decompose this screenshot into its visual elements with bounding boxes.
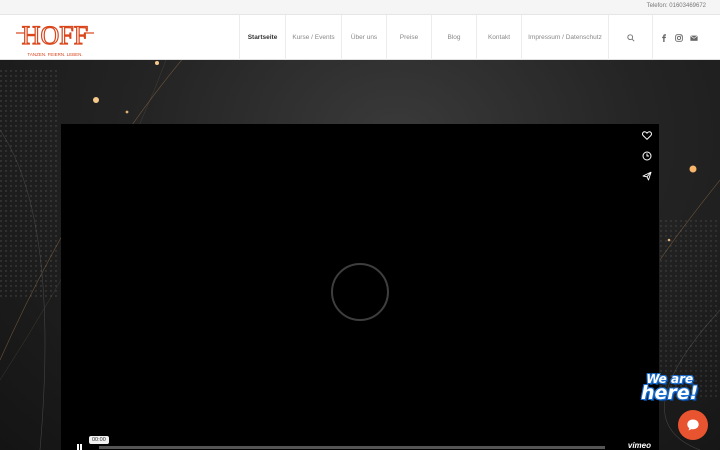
send-icon[interactable]	[641, 170, 653, 181]
chat-badge-line2: here!	[641, 382, 699, 404]
top-bar: Telefon: 01603469672	[0, 0, 720, 15]
nav-item-preise[interactable]: Preise	[386, 15, 431, 60]
nav-item-impressum[interactable]: Impressum / Datenschutz	[521, 15, 608, 60]
chat-badge[interactable]: We are here!	[641, 373, 698, 403]
player-side-actions	[641, 130, 653, 181]
mail-icon[interactable]	[690, 34, 698, 42]
logo-brand: HOFF	[22, 21, 88, 50]
nav-item-kontakt[interactable]: Kontakt	[476, 15, 521, 60]
progress-bar[interactable]	[99, 446, 605, 449]
chat-button[interactable]	[678, 410, 708, 440]
social-links	[660, 15, 698, 60]
search-icon	[626, 33, 635, 42]
nav-item-kurse-events[interactable]: Kurse / Events	[285, 15, 341, 60]
playback-time: 00:00	[89, 436, 109, 444]
nav-item-blog[interactable]: Blog	[431, 15, 476, 60]
vimeo-logo[interactable]: vimeo	[628, 441, 651, 450]
pause-icon[interactable]	[77, 444, 83, 450]
site-header: HOFF TANZEN. FEIERN. LEBEN. Startseite K…	[0, 15, 720, 60]
hoff-logo[interactable]: HOFF TANZEN. FEIERN. LEBEN.	[16, 18, 94, 58]
loading-spinner	[331, 263, 389, 321]
logo-tagline: TANZEN. FEIERN. LEBEN.	[27, 52, 82, 57]
clock-icon[interactable]	[641, 150, 653, 161]
facebook-icon[interactable]	[660, 33, 668, 42]
phone-number[interactable]: Telefon: 01603469672	[647, 3, 706, 9]
nav-item-startseite[interactable]: Startseite	[239, 15, 285, 60]
hero-dot-pattern-left	[0, 70, 60, 300]
video-player[interactable]: 00:00 vimeo	[61, 124, 659, 450]
main-nav: Startseite Kurse / Events Über uns Preis…	[239, 15, 653, 60]
nav-item-ueber-uns[interactable]: Über uns	[341, 15, 386, 60]
instagram-icon[interactable]	[675, 33, 683, 42]
chat-icon	[687, 419, 699, 431]
player-controls: 00:00 vimeo	[61, 436, 659, 450]
heart-icon[interactable]	[641, 130, 653, 141]
search-button[interactable]	[608, 15, 653, 60]
